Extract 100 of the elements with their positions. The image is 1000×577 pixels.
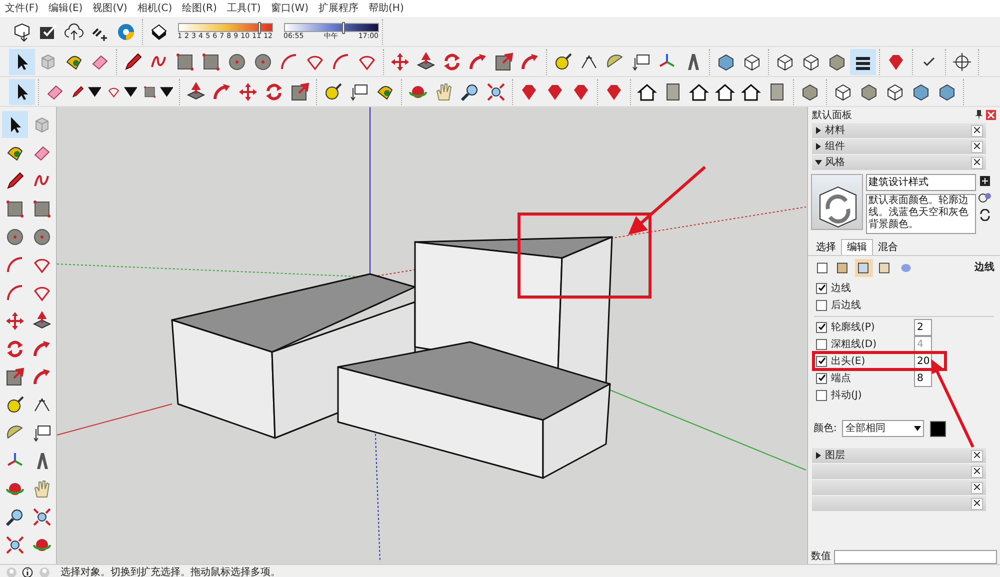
close-button[interactable]	[971, 124, 983, 136]
checkbox[interactable]	[816, 300, 827, 310]
close-icon	[974, 468, 980, 474]
scale-icon	[290, 82, 310, 102]
menu-item[interactable]: 扩展程序	[314, 0, 364, 17]
tape-measure-icon	[323, 82, 343, 102]
magnifier-icon	[32, 506, 52, 526]
circle-icon	[253, 52, 273, 72]
move-arrows-icon	[238, 82, 258, 102]
option-label: 抖动(J)	[831, 388, 862, 402]
scale-icon	[494, 52, 514, 72]
checkbox[interactable]	[816, 322, 827, 332]
close-button[interactable]	[971, 156, 983, 168]
cloud-upload-icon	[64, 22, 84, 42]
close-icon[interactable]	[986, 110, 996, 120]
building-model-drawing[interactable]	[171, 236, 613, 479]
section-title: 材料	[824, 124, 845, 138]
circle-icon	[32, 226, 52, 246]
paint-style-icon[interactable]	[978, 191, 992, 204]
option-label: 后边线	[831, 298, 861, 312]
section-title: 图层	[824, 449, 845, 463]
time-slider[interactable]	[284, 23, 378, 32]
month-slider[interactable]	[178, 23, 272, 32]
panel-section-header[interactable]: 材料	[812, 123, 986, 138]
menu-item[interactable]: 相机(C)	[132, 0, 178, 17]
close-button[interactable]	[971, 450, 983, 462]
hand-icon	[434, 82, 454, 102]
cube-icon	[937, 82, 957, 102]
color-swatch[interactable]	[930, 420, 946, 436]
scale-icon	[5, 366, 25, 386]
tab[interactable]: 混合	[872, 240, 903, 255]
logo-icon	[116, 22, 136, 42]
checkbox[interactable]	[816, 282, 827, 294]
pin-icon[interactable]	[975, 110, 984, 120]
pencil-icon	[5, 170, 25, 190]
checkbox[interactable]	[816, 356, 827, 366]
arc-icon	[5, 282, 25, 302]
rotate-arrows-icon	[5, 338, 25, 358]
tab[interactable]: 编辑	[840, 239, 873, 255]
color-label: 颜色:	[814, 422, 837, 436]
refresh-icon[interactable]	[979, 208, 992, 221]
layers-tool-button[interactable]	[850, 48, 876, 74]
style-name-field[interactable]: 建筑设计样式	[866, 174, 976, 191]
close-button[interactable]	[971, 140, 983, 152]
section-title: 风格	[824, 156, 845, 170]
magnifier-icon	[5, 506, 25, 526]
option-label: 出头(E)	[831, 354, 866, 368]
arrow-pointer-tool-button[interactable]	[2, 111, 28, 138]
edges-heading: 边线	[974, 260, 994, 276]
panel-section-header[interactable]: 组件	[812, 139, 986, 154]
color-dropdown[interactable]: 全部相同	[842, 420, 924, 437]
panel-title: 默认面板	[812, 108, 852, 122]
cube-icon	[827, 52, 847, 72]
rectangle-icon	[32, 198, 52, 218]
house-icon	[715, 82, 735, 102]
slider-thumb[interactable]	[258, 22, 261, 34]
menu-item[interactable]: 编辑(E)	[44, 0, 88, 17]
menu-item[interactable]: 工具(T)	[222, 0, 266, 17]
checkbox[interactable]	[816, 390, 827, 400]
checkbox[interactable]	[816, 372, 827, 384]
magnifier-icon	[5, 534, 25, 554]
menu-item[interactable]: 窗口(W)	[266, 0, 314, 17]
wireframe-cube-icon	[775, 52, 795, 72]
measurements-field[interactable]	[834, 550, 998, 564]
rotate-arrows-icon	[264, 82, 284, 102]
arc-icon	[279, 52, 299, 72]
magnifier-icon	[486, 82, 506, 102]
style-thumbnail	[810, 174, 863, 230]
wireframe-cube-icon	[742, 52, 762, 72]
rectangle-icon	[175, 52, 195, 72]
info-icon[interactable]	[22, 566, 33, 577]
slider-thumb[interactable]	[342, 22, 345, 34]
menu-item[interactable]: 文件(F)	[0, 0, 44, 17]
arrow-pointer-tool-button[interactable]	[9, 48, 35, 74]
caret-icon	[914, 426, 922, 431]
menu-item[interactable]: 视图(V)	[88, 0, 132, 17]
label-arrow-icon	[631, 52, 651, 72]
tape-measure-icon	[553, 52, 573, 72]
panel-section-header[interactable]: 风格	[812, 155, 986, 170]
menu-item[interactable]: 绘图(R)	[177, 0, 222, 17]
panel-section-header[interactable]: 图层	[812, 448, 986, 463]
cube-icon	[859, 82, 879, 102]
close-button[interactable]	[971, 482, 983, 494]
close-button[interactable]	[971, 466, 983, 478]
style-description-field[interactable]: 默认表面颜色。轮廓边线。浅蓝色天空和灰色背景颜色。	[866, 194, 976, 234]
style-edit-button[interactable]	[855, 258, 873, 277]
add-style-icon[interactable]	[980, 174, 990, 186]
close-icon	[974, 500, 980, 506]
arrow-pointer-tool-button[interactable]	[9, 78, 35, 104]
option-label: 深粗线(D)	[831, 338, 877, 352]
cube-arrow-icon	[12, 22, 32, 42]
option-value-field[interactable]: 8	[914, 370, 932, 386]
checkbox-icon	[38, 22, 58, 42]
measurements-label: 数值	[810, 550, 831, 564]
cube-icon	[911, 82, 931, 102]
tape-measure-icon	[5, 394, 25, 414]
menu-item[interactable]: 帮助(H)	[364, 0, 409, 17]
tab[interactable]: 选择	[810, 240, 841, 255]
close-button[interactable]	[971, 498, 983, 510]
option-value-field[interactable]: 2	[914, 318, 932, 336]
